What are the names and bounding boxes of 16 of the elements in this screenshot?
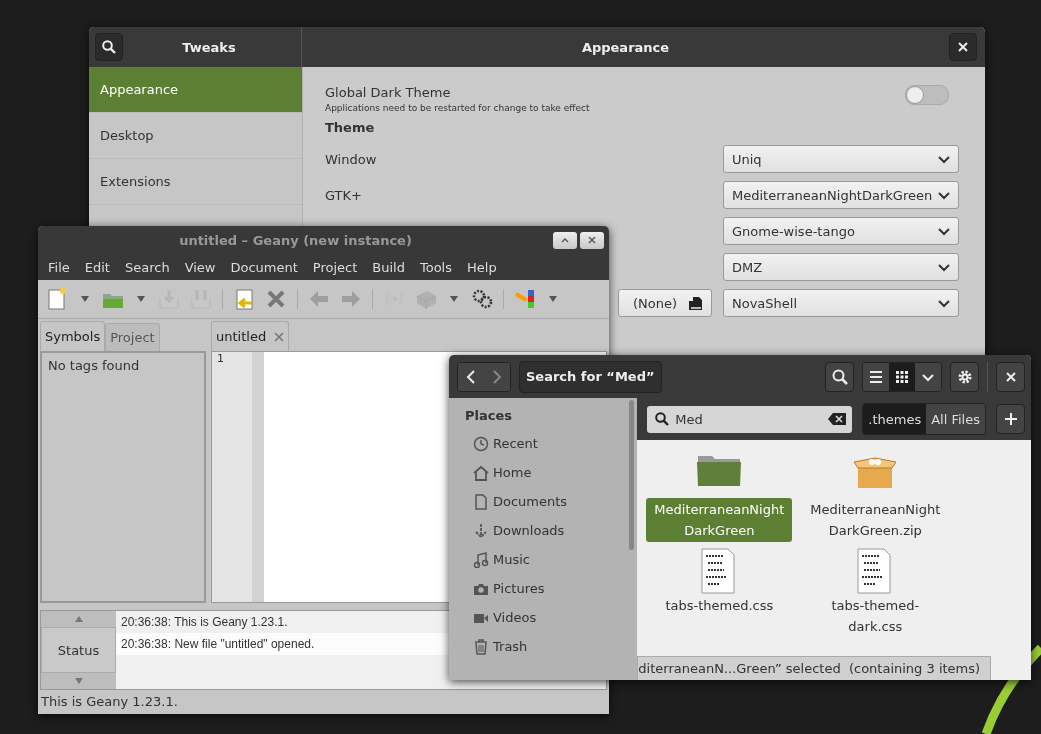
log-line: 20:36:38: This is Geany 1.23.1. [121, 615, 288, 629]
setting-label: Window [325, 151, 377, 167]
setting-label: Global Dark Theme [325, 85, 452, 100]
app-title: Tweaks [181, 39, 237, 55]
setting-note: Applications need to be restarted for change to take effect [325, 103, 591, 113]
window-title: Search for “Med” [519, 360, 662, 393]
window-title: Appearance [580, 39, 671, 55]
empty-message: No tags found [48, 358, 141, 373]
window-title: untitled – Geany (new instance) [178, 232, 413, 248]
log-line: 20:36:38: New file "untitled" opened. [121, 637, 315, 651]
setting-label: GTK+ [325, 187, 362, 203]
status-text: diterraneanN...Green” selected (containing 3 items) [638, 661, 981, 676]
status-text: This is Geany 1.23.1. [40, 693, 179, 711]
line-number: 1 [217, 352, 224, 365]
section-heading: Theme [325, 120, 376, 135]
section-heading: Places [465, 408, 514, 423]
